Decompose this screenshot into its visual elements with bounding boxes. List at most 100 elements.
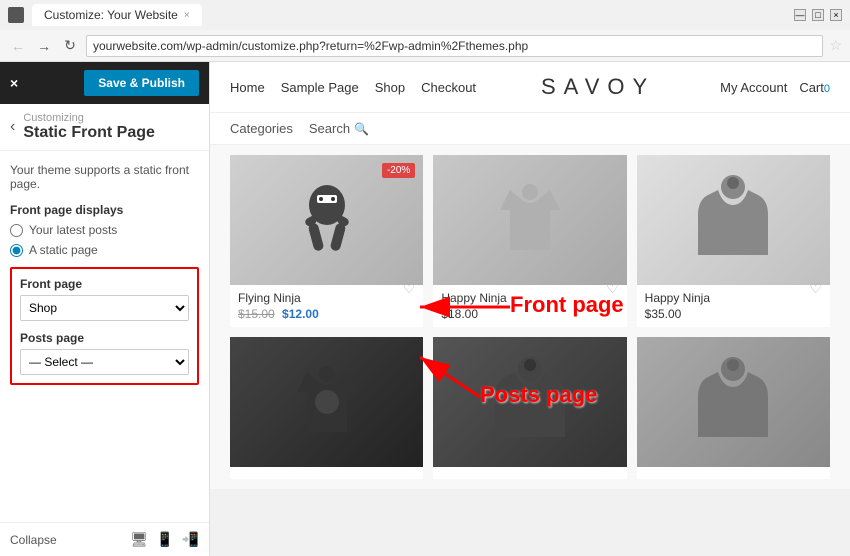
search-icon[interactable]: 🔍 bbox=[354, 122, 369, 136]
wishlist-btn-1[interactable]: ♡ bbox=[403, 280, 416, 297]
mobile-icon[interactable]: 📲 bbox=[182, 531, 199, 548]
website-preview: Home Sample Page Shop Checkout SAVOY My … bbox=[210, 62, 850, 489]
product-info-4 bbox=[230, 467, 423, 479]
sidebar-page-title: Static Front Page bbox=[23, 124, 155, 142]
radio-latest-posts[interactable]: Your latest posts bbox=[10, 223, 199, 237]
refresh-btn[interactable]: ↻ bbox=[60, 36, 80, 56]
browser-tab[interactable]: Customize: Your Website × bbox=[32, 4, 202, 26]
sidebar-breadcrumb: Customizing bbox=[23, 112, 155, 124]
sale-badge-1: -20% bbox=[382, 163, 415, 178]
product-card-3: Happy Ninja $35.00 ♡ bbox=[637, 155, 830, 327]
product-card-2: Happy Ninja $18.00 ♡ bbox=[433, 155, 626, 327]
product-card-4 bbox=[230, 337, 423, 479]
sidebar-nav: ‹ Customizing Static Front Page bbox=[0, 104, 209, 151]
sidebar-footer: Collapse 🖥 📱 📲 bbox=[0, 522, 209, 556]
product-illustration-3 bbox=[693, 175, 773, 265]
minimize-btn[interactable]: — bbox=[794, 9, 806, 21]
site-logo: SAVOY bbox=[541, 74, 655, 100]
sidebar-nav-text: Customizing Static Front Page bbox=[23, 112, 155, 142]
browser-chrome: Customize: Your Website × — □ × ← → ↻ yo… bbox=[0, 0, 850, 62]
product-image-3 bbox=[637, 155, 830, 285]
product-image-5 bbox=[433, 337, 626, 467]
radio-latest-label: Your latest posts bbox=[29, 223, 117, 237]
my-account-link[interactable]: My Account bbox=[720, 80, 787, 95]
browser-favicon bbox=[8, 7, 24, 23]
price-2: $18.00 bbox=[441, 307, 478, 321]
radio-static-page[interactable]: A static page bbox=[10, 243, 199, 257]
product-illustration-4 bbox=[287, 362, 367, 442]
product-illustration-2 bbox=[490, 180, 570, 260]
product-image-1: -20% bbox=[230, 155, 423, 285]
radio-static-input[interactable] bbox=[10, 244, 23, 257]
back-btn[interactable]: ← bbox=[8, 36, 28, 56]
cart-link[interactable]: Cart0 bbox=[799, 80, 830, 95]
product-price-2: $18.00 bbox=[441, 307, 618, 321]
products-grid: -20% Flying Ninja bbox=[210, 145, 850, 489]
product-info-1: Flying Ninja $15.00 $12.00 bbox=[230, 285, 423, 327]
wishlist-btn-3[interactable]: ♡ bbox=[809, 280, 822, 297]
product-name-3: Happy Ninja bbox=[645, 291, 822, 305]
radio-latest-input[interactable] bbox=[10, 224, 23, 237]
site-nav: Home Sample Page Shop Checkout bbox=[230, 80, 476, 95]
front-page-field-label: Front page bbox=[20, 277, 189, 291]
desktop-icon[interactable]: 🖥 bbox=[130, 531, 148, 548]
product-name-2: Happy Ninja bbox=[441, 291, 618, 305]
front-posts-page-group: Front page Shop Home Sample Page Checkou… bbox=[10, 267, 199, 385]
nav-home[interactable]: Home bbox=[230, 80, 265, 95]
product-info-5 bbox=[433, 467, 626, 479]
product-info-6 bbox=[637, 467, 830, 479]
shop-toolbar: Categories Search 🔍 bbox=[210, 113, 850, 145]
footer-icons: 🖥 📱 📲 bbox=[130, 531, 199, 548]
product-illustration-5 bbox=[490, 357, 570, 447]
address-bar[interactable]: yourwebsite.com/wp-admin/customize.php?r… bbox=[86, 35, 823, 57]
product-price-3: $35.00 bbox=[645, 307, 822, 321]
product-card-5 bbox=[433, 337, 626, 479]
search-area: Search 🔍 bbox=[309, 121, 369, 136]
product-price-1: $15.00 $12.00 bbox=[238, 307, 415, 321]
browser-titlebar: Customize: Your Website × — □ × bbox=[0, 0, 850, 30]
radio-static-label: A static page bbox=[29, 243, 98, 257]
product-card-6 bbox=[637, 337, 830, 479]
nav-sample-page[interactable]: Sample Page bbox=[281, 80, 359, 95]
posts-page-field-label: Posts page bbox=[20, 331, 189, 345]
sidebar-header: × Save & Publish bbox=[0, 62, 209, 104]
browser-toolbar: ← → ↻ yourwebsite.com/wp-admin/customize… bbox=[0, 30, 850, 62]
tab-title: Customize: Your Website bbox=[44, 8, 178, 22]
product-info-2: Happy Ninja $18.00 bbox=[433, 285, 626, 327]
site-header: Home Sample Page Shop Checkout SAVOY My … bbox=[210, 62, 850, 113]
forward-btn[interactable]: → bbox=[34, 36, 54, 56]
product-image-4 bbox=[230, 337, 423, 467]
categories-link[interactable]: Categories bbox=[230, 121, 293, 136]
customizer-sidebar: × Save & Publish ‹ Customizing Static Fr… bbox=[0, 62, 210, 556]
cart-count: 0 bbox=[824, 83, 830, 95]
front-page-displays-label: Front page displays bbox=[10, 203, 199, 217]
tab-close-btn[interactable]: × bbox=[184, 10, 190, 21]
front-page-select[interactable]: Shop Home Sample Page Checkout bbox=[20, 295, 189, 321]
product-name-1: Flying Ninja bbox=[238, 291, 415, 305]
product-illustration-1 bbox=[297, 175, 357, 265]
tablet-icon[interactable]: 📱 bbox=[156, 531, 173, 548]
website-preview-container: Home Sample Page Shop Checkout SAVOY My … bbox=[210, 62, 850, 556]
old-price-1: $15.00 bbox=[238, 307, 275, 321]
collapse-btn[interactable]: Collapse bbox=[10, 533, 57, 547]
maximize-btn[interactable]: □ bbox=[812, 9, 824, 21]
product-card-1: -20% Flying Ninja bbox=[230, 155, 423, 327]
bookmark-btn[interactable]: ☆ bbox=[829, 37, 842, 54]
search-label: Search bbox=[309, 121, 350, 136]
price-3: $35.00 bbox=[645, 307, 682, 321]
theme-support-text: Your theme supports a static front page. bbox=[10, 163, 199, 191]
nav-checkout[interactable]: Checkout bbox=[421, 80, 476, 95]
new-price-1: $12.00 bbox=[282, 307, 319, 321]
close-btn[interactable]: × bbox=[830, 9, 842, 21]
nav-shop[interactable]: Shop bbox=[375, 80, 405, 95]
wishlist-btn-2[interactable]: ♡ bbox=[606, 280, 619, 297]
product-image-2 bbox=[433, 155, 626, 285]
sidebar-close-btn[interactable]: × bbox=[10, 75, 18, 91]
product-info-3: Happy Ninja $35.00 bbox=[637, 285, 830, 327]
window-controls: — □ × bbox=[794, 9, 842, 21]
posts-page-select[interactable]: — Select — Home Sample Page Shop bbox=[20, 349, 189, 375]
save-publish-button[interactable]: Save & Publish bbox=[84, 70, 199, 96]
back-arrow-btn[interactable]: ‹ bbox=[10, 118, 15, 136]
sidebar-content: Your theme supports a static front page.… bbox=[0, 151, 209, 522]
product-illustration-6 bbox=[693, 357, 773, 447]
